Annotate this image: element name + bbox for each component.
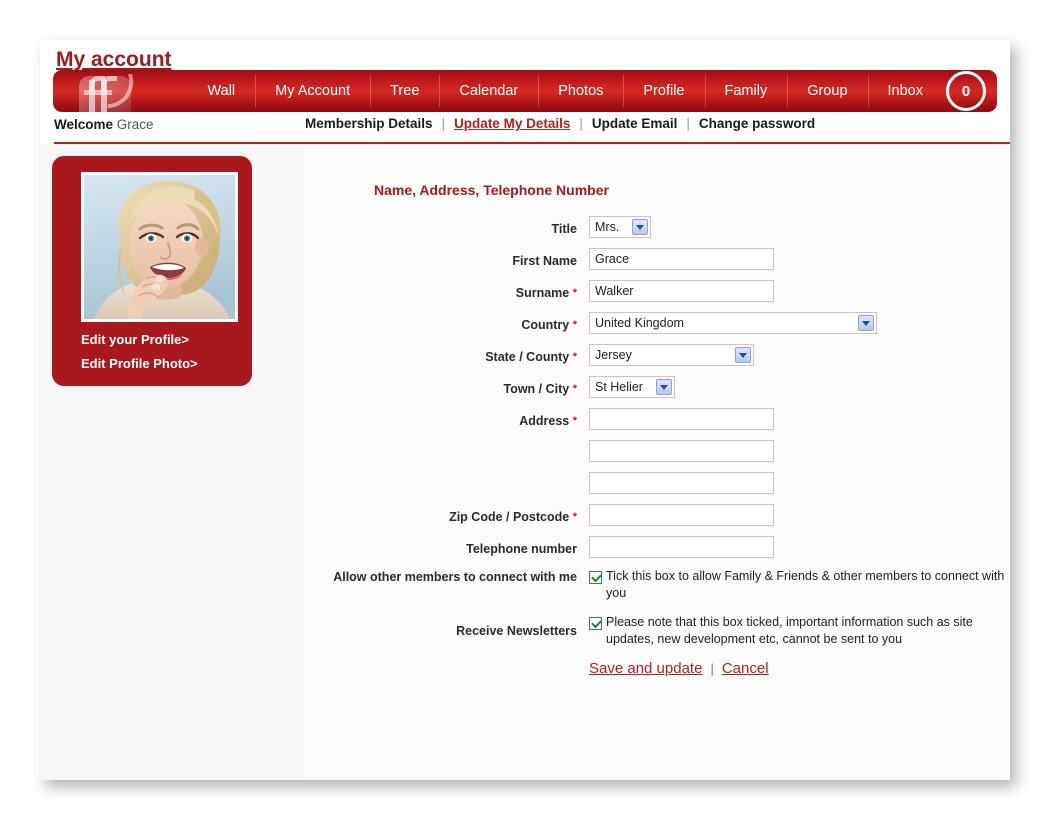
address-line-3-input[interactable]	[589, 472, 774, 494]
welcome-message: Welcome Grace	[54, 117, 154, 132]
subnav-divider	[304, 142, 1010, 144]
label-address: Address *	[519, 414, 577, 428]
form-row-address-line-3	[304, 472, 1010, 494]
required-marker: *	[572, 287, 577, 299]
welcome-divider	[54, 142, 306, 144]
nav-item-profile[interactable]: Profile	[623, 70, 704, 112]
label-first-name: First Name	[512, 254, 577, 268]
town-city-select[interactable]: St Helier	[589, 376, 675, 398]
primary-navigation-bar: Wall My Account Tree Calendar Photos Pro…	[53, 70, 997, 112]
state-county-select[interactable]: Jersey	[589, 344, 754, 366]
content-pane: Name, Address, Telephone Number Title Mr…	[304, 144, 1010, 780]
nav-item-inbox[interactable]: Inbox	[867, 70, 943, 112]
avatar	[81, 172, 238, 322]
required-marker: *	[572, 319, 577, 331]
subnav-separator-2: |	[579, 116, 583, 131]
subnav-separator-1: |	[441, 116, 446, 131]
required-marker: *	[572, 351, 577, 363]
surname-input[interactable]	[589, 280, 774, 302]
form-row-surname: Surname *	[304, 280, 1010, 302]
title-select[interactable]: Mrs.	[589, 216, 651, 238]
chevron-down-icon	[656, 379, 672, 395]
ff-logo-icon[interactable]	[59, 70, 145, 112]
label-country: Country *	[521, 318, 577, 332]
address-line-2-input[interactable]	[589, 440, 774, 462]
address-line-1-input[interactable]	[589, 408, 774, 430]
label-address-line-3	[304, 472, 589, 478]
cancel-link[interactable]: Cancel	[722, 660, 769, 677]
nav-item-family[interactable]: Family	[704, 70, 788, 112]
avatar-image	[84, 175, 235, 319]
nav-item-tree[interactable]: Tree	[370, 70, 439, 112]
nav-item-my-account[interactable]: My Account	[255, 70, 370, 112]
form-row-country: Country * United Kingdom	[304, 312, 1010, 334]
page-body: Edit your Profile> Edit Profile Photo> N…	[40, 144, 1010, 780]
chevron-down-icon	[858, 315, 874, 331]
country-select[interactable]: United Kingdom	[589, 312, 877, 334]
inbox-count-badge[interactable]: 0	[945, 70, 987, 112]
nav-item-list: Wall My Account Tree Calendar Photos Pro…	[188, 70, 994, 112]
secondary-navigation-row: Welcome Grace Membership Details | Updat…	[40, 112, 1010, 144]
state-county-select-value: Jersey	[595, 348, 632, 362]
inbox-count-value: 0	[946, 71, 986, 111]
form-row-address-line-1: Address *	[304, 408, 1010, 430]
label-newsletters: Receive Newsletters	[456, 624, 577, 638]
first-name-input[interactable]	[589, 248, 774, 270]
welcome-user-name: Grace	[116, 117, 154, 132]
edit-profile-photo-link[interactable]: Edit Profile Photo>	[81, 356, 198, 371]
label-zip-postcode: Zip Code / Postcode *	[449, 510, 577, 524]
label-allow-connect: Allow other members to connect with me	[333, 570, 577, 584]
subnav-separator-3: |	[686, 116, 690, 131]
required-marker: *	[572, 511, 577, 523]
update-details-form: Title Mrs. First Name Grace Surname * Wa…	[304, 216, 1010, 677]
account-subnav: Membership Details | Update My Details |…	[305, 116, 815, 131]
label-town-city: Town / City *	[503, 382, 577, 396]
form-row-title: Title Mrs.	[304, 216, 1010, 238]
form-row-first-name: First Name	[304, 248, 1010, 270]
welcome-prefix: Welcome	[54, 117, 114, 132]
form-row-town-city: Town / City * St Helier	[304, 376, 1010, 398]
nav-item-calendar[interactable]: Calendar	[439, 70, 538, 112]
form-row-telephone: Telephone number	[304, 536, 1010, 558]
newsletters-checkbox[interactable]	[589, 617, 602, 630]
page-title: My account	[56, 48, 172, 71]
country-select-value: United Kingdom	[595, 316, 684, 330]
telephone-input[interactable]	[589, 536, 774, 558]
action-separator: |	[710, 661, 714, 676]
required-marker: *	[572, 415, 577, 427]
newsletters-description: Please note that this box ticked, import…	[606, 615, 973, 646]
form-row-newsletters: Receive Newsletters Please note that thi…	[304, 614, 1010, 648]
label-title: Title	[551, 222, 577, 236]
subnav-item-update-my-details[interactable]: Update My Details	[454, 116, 570, 131]
allow-connect-description: Tick this box to allow Family & Friends …	[606, 569, 1005, 600]
subnav-item-update-email[interactable]: Update Email	[592, 116, 678, 131]
form-section-title: Name, Address, Telephone Number	[374, 182, 609, 198]
chevron-down-icon	[632, 219, 648, 235]
page-window: My account Wall My Account Tree Calendar…	[40, 40, 1010, 780]
form-row-address-line-2	[304, 440, 1010, 462]
label-state-county: State / County *	[485, 350, 577, 364]
chevron-down-icon	[735, 347, 751, 363]
subnav-item-membership-details[interactable]: Membership Details	[305, 116, 433, 131]
profile-card: Edit your Profile> Edit Profile Photo>	[52, 156, 252, 386]
nav-item-group[interactable]: Group	[787, 70, 867, 112]
nav-item-wall[interactable]: Wall	[188, 70, 256, 112]
required-marker: *	[572, 383, 577, 395]
form-actions: Save and update | Cancel	[304, 660, 1010, 677]
zip-postcode-input[interactable]	[589, 504, 774, 526]
nav-item-photos[interactable]: Photos	[538, 70, 623, 112]
form-row-state-county: State / County * Jersey	[304, 344, 1010, 366]
edit-your-profile-link[interactable]: Edit your Profile>	[81, 332, 189, 347]
subnav-item-change-password[interactable]: Change password	[699, 116, 815, 131]
allow-connect-checkbox[interactable]	[589, 571, 602, 584]
label-telephone: Telephone number	[466, 542, 577, 556]
form-row-zip-postcode: Zip Code / Postcode *	[304, 504, 1010, 526]
label-address-line-2	[304, 440, 589, 446]
save-and-update-link[interactable]: Save and update	[589, 660, 702, 677]
label-surname: Surname *	[515, 286, 577, 300]
form-row-allow-connect: Allow other members to connect with me T…	[304, 568, 1010, 602]
